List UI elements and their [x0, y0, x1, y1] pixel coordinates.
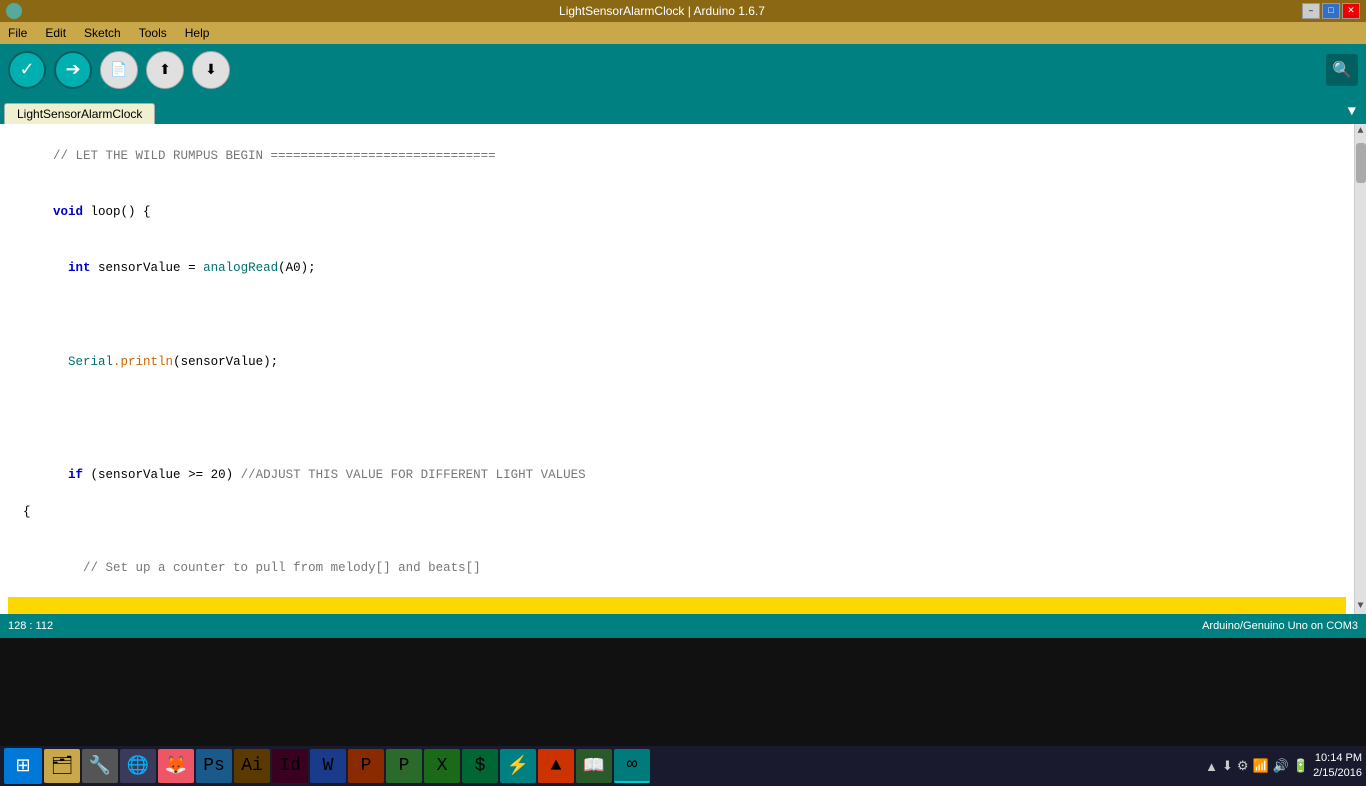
taskbar-icon-word[interactable]: W: [310, 749, 346, 783]
taskbar-icon-quickbooks[interactable]: $: [462, 749, 498, 783]
menu-edit[interactable]: Edit: [41, 24, 70, 42]
menu-help[interactable]: Help: [181, 24, 214, 42]
taskbar-icon-network[interactable]: 🌐: [120, 749, 156, 783]
code-line-9: [8, 428, 1346, 447]
tray-icon1[interactable]: ⚙: [1237, 758, 1249, 774]
desktop-area: [0, 638, 1366, 746]
board-info: Arduino/Genuino Uno on COM3: [1202, 620, 1358, 632]
code-line-5: [8, 316, 1346, 335]
system-tray: ▲ ⬇ ⚙ 📶 🔊 🔋 10:14 PM 2/15/2016: [1205, 751, 1362, 782]
taskbar-icon-readdle[interactable]: 📖: [576, 749, 612, 783]
taskbar-icon-illustrator[interactable]: Ai: [234, 749, 270, 783]
taskbar-icon-firefox[interactable]: 🦊: [158, 749, 194, 783]
tray-update[interactable]: ⬇: [1222, 758, 1233, 774]
scrollbar-thumb[interactable]: [1356, 143, 1366, 183]
maximize-button[interactable]: □: [1322, 3, 1340, 19]
clock-time: 10:14 PM: [1313, 751, 1362, 766]
code-line-7: [8, 391, 1346, 410]
open-button[interactable]: ⬆: [146, 51, 184, 89]
taskbar-clock: 10:14 PM 2/15/2016: [1313, 751, 1362, 782]
titlebar-title: LightSensorAlarmClock | Arduino 1.6.7: [22, 4, 1302, 18]
taskbar-icon-indesign[interactable]: Id: [272, 749, 308, 783]
menu-tools[interactable]: Tools: [135, 24, 171, 42]
code-editor[interactable]: // LET THE WILD RUMPUS BEGIN ===========…: [0, 124, 1366, 614]
code-line-11: {: [8, 503, 1346, 522]
minimize-button[interactable]: –: [1302, 3, 1320, 19]
code-line-3: int sensorValue = analogRead(A0);: [8, 241, 1346, 297]
scroll-down-arrow[interactable]: ▼: [1355, 599, 1365, 614]
taskbar-icon-recycle[interactable]: 🔧: [82, 749, 118, 783]
tray-battery[interactable]: 🔋: [1293, 758, 1309, 774]
vertical-scrollbar[interactable]: ▲ ▼: [1354, 124, 1366, 614]
taskbar-icon-arduino[interactable]: ⚡: [500, 749, 536, 783]
tray-network[interactable]: 📶: [1253, 758, 1269, 774]
taskbar-icon-sketchup[interactable]: ▲: [538, 749, 574, 783]
code-line-4: [8, 297, 1346, 316]
tabbar: LightSensorAlarmClock ▼: [0, 96, 1366, 124]
titlebar-icon: [6, 3, 22, 19]
tray-arrow[interactable]: ▲: [1205, 759, 1218, 774]
code-line-12: [8, 522, 1346, 541]
toolbar: ✓ ➔ 📄 ⬆ ⬇ 🔍: [0, 44, 1366, 96]
code-line-13: // Set up a counter to pull from melody[…: [8, 541, 1346, 597]
tray-volume[interactable]: 🔊: [1273, 758, 1289, 774]
code-line-10: if (sensorValue >= 20) //ADJUST THIS VAL…: [8, 447, 1346, 503]
window-controls: – □ ✕: [1302, 3, 1360, 19]
taskbar-icon-publisher[interactable]: P: [386, 749, 422, 783]
close-button[interactable]: ✕: [1342, 3, 1360, 19]
code-line-6: Serial.println(sensorValue);: [8, 334, 1346, 390]
menubar: File Edit Sketch Tools Help: [0, 22, 1366, 44]
status-bar: 128 : 112 Arduino/Genuino Uno on COM3: [0, 614, 1366, 638]
new-button[interactable]: 📄: [100, 51, 138, 89]
search-button[interactable]: 🔍: [1326, 54, 1358, 86]
upload-button[interactable]: ➔: [54, 51, 92, 89]
taskbar-icon-photoshop[interactable]: Ps: [196, 749, 232, 783]
clock-date: 2/15/2016: [1313, 766, 1362, 781]
menu-file[interactable]: File: [4, 24, 31, 42]
taskbar-icon-files[interactable]: 🗂: [44, 749, 80, 783]
code-line-8: [8, 409, 1346, 428]
save-button[interactable]: ⬇: [192, 51, 230, 89]
taskbar-icon-excel[interactable]: X: [424, 749, 460, 783]
menu-sketch[interactable]: Sketch: [80, 24, 125, 42]
tab-lightsensoralarmclock[interactable]: LightSensorAlarmClock: [4, 103, 155, 124]
verify-button[interactable]: ✓: [8, 51, 46, 89]
cursor-position: 128 : 112: [8, 620, 53, 632]
code-content[interactable]: // LET THE WILD RUMPUS BEGIN ===========…: [0, 124, 1354, 614]
tab-dropdown-arrow[interactable]: ▼: [1342, 100, 1362, 124]
start-button[interactable]: ⊞: [4, 748, 42, 784]
taskbar-icon-powerpoint[interactable]: P: [348, 749, 384, 783]
code-line-14: for (int i=0; i<MAX_COUNT; i++) {: [8, 597, 1346, 614]
taskbar: ⊞ 🗂 🔧 🌐 🦊 Ps Ai Id W P P X $ ⚡ ▲ 📖 ∞ ▲ ⬇…: [0, 746, 1366, 786]
scroll-up-arrow[interactable]: ▲: [1355, 124, 1365, 139]
code-line-2: void loop() {: [8, 184, 1346, 240]
code-line-1: // LET THE WILD RUMPUS BEGIN ===========…: [8, 128, 1346, 184]
titlebar: LightSensorAlarmClock | Arduino 1.6.7 – …: [0, 0, 1366, 22]
taskbar-icon-arduino2[interactable]: ∞: [614, 749, 650, 783]
